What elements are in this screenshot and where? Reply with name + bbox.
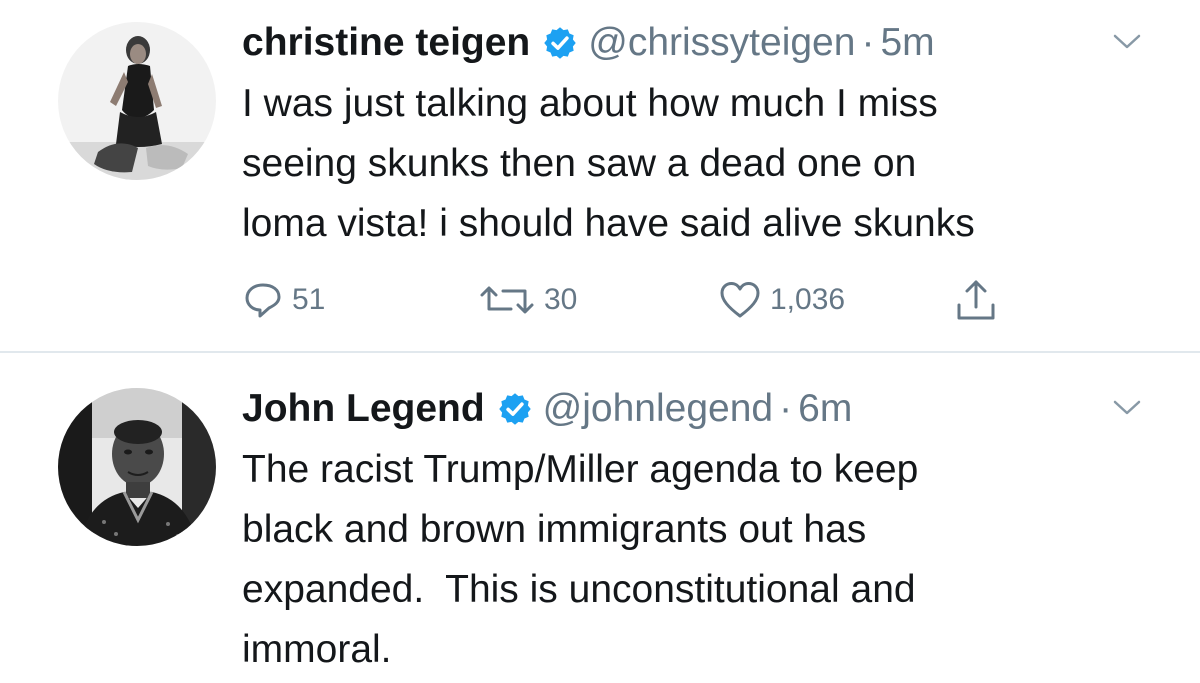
timestamp[interactable]: 5m <box>880 14 934 72</box>
tweet[interactable]: John Legend @johnlegend · 6m The racist … <box>0 354 1200 683</box>
handle[interactable]: @johnlegend <box>543 380 773 438</box>
chevron-down-icon[interactable] <box>1112 32 1142 52</box>
tweet-text-line: black and brown immigrants out has <box>242 508 867 551</box>
handle[interactable]: @chrissyteigen <box>588 14 855 72</box>
avatar-photo <box>58 388 216 546</box>
tweet-text: The racist Trump/Miller agenda to keep b… <box>242 440 1122 680</box>
share-icon <box>954 277 998 323</box>
tweet-text-line: immoral. <box>242 628 392 671</box>
tweet-text-line: The racist Trump/Miller agenda to keep <box>242 448 919 491</box>
avatar[interactable] <box>58 22 216 180</box>
tweet-header: christine teigen @chrissyteigen · 5m <box>242 14 935 72</box>
display-name[interactable]: John Legend <box>242 380 485 438</box>
verified-badge-icon <box>497 391 533 427</box>
tweet-text-line: seeing skunks then saw a dead one on <box>242 142 917 185</box>
display-name[interactable]: christine teigen <box>242 14 530 72</box>
tweet-divider <box>0 351 1200 353</box>
like-count: 1,036 <box>770 283 846 316</box>
tweet-actions: 51 30 1,036 <box>242 276 1022 324</box>
verified-badge-icon <box>542 25 578 61</box>
retweet-icon <box>478 279 536 321</box>
tweet-text-line: loma vista! i should have said alive sku… <box>242 202 975 245</box>
avatar-photo <box>58 22 216 180</box>
retweet-count: 30 <box>544 283 578 316</box>
reply-button[interactable]: 51 <box>242 276 325 324</box>
avatar[interactable] <box>58 388 216 546</box>
heart-icon <box>718 279 762 321</box>
tweet-text: I was just talking about how much I miss… <box>242 74 1142 254</box>
tweet-text-line: I was just talking about how much I miss <box>242 82 938 125</box>
chevron-down-icon[interactable] <box>1112 398 1142 418</box>
tweet-text-line: expanded. This is unconstitutional and <box>242 568 916 611</box>
like-button[interactable]: 1,036 <box>718 276 845 324</box>
timestamp[interactable]: 6m <box>798 380 852 438</box>
share-button[interactable] <box>954 276 998 324</box>
separator-dot: · <box>861 21 875 64</box>
reply-count: 51 <box>292 283 326 316</box>
tweet[interactable]: christine teigen @chrissyteigen · 5m I w… <box>0 0 1200 352</box>
retweet-button[interactable]: 30 <box>478 276 577 324</box>
reply-icon <box>242 279 284 321</box>
tweet-header: John Legend @johnlegend · 6m <box>242 380 852 438</box>
separator-dot: · <box>779 387 793 430</box>
